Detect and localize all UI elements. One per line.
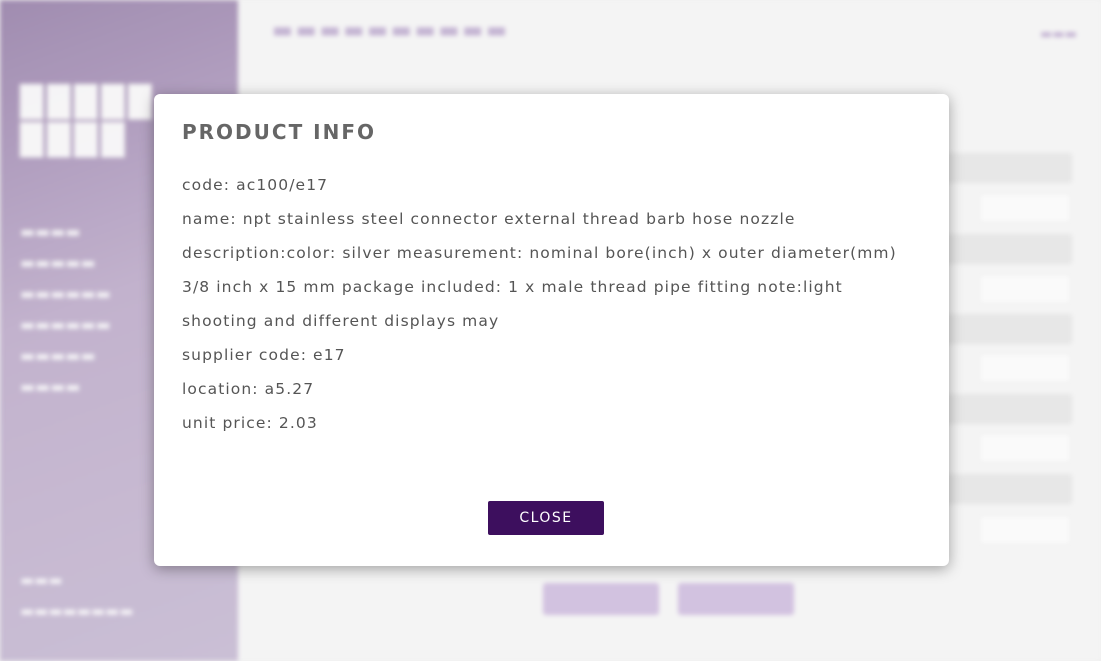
product-code: code: ac100/e17 [182, 176, 329, 194]
product-name: name: npt stainless steel connector exte… [182, 210, 796, 228]
product-description: description:color: silver measurement: n… [182, 244, 897, 330]
product-info-dialog: PRODUCT INFO code: ac100/e17 name: npt s… [154, 94, 949, 566]
product-location: location: a5.27 [182, 380, 315, 398]
close-button[interactable]: CLOSE [488, 501, 604, 535]
dialog-title: PRODUCT INFO [182, 120, 377, 144]
supplier-code: supplier code: e17 [182, 346, 346, 364]
modal-overlay: PRODUCT INFO code: ac100/e17 name: npt s… [0, 0, 1101, 661]
unit-price: unit price: 2.03 [182, 414, 318, 432]
app-window: █████ ████ ▬▬▬▬ ▬▬▬▬▬ ▬▬▬▬▬▬ ▬▬▬▬▬▬ ▬▬▬▬▬ ▬▬▬▬… [0, 0, 1101, 661]
